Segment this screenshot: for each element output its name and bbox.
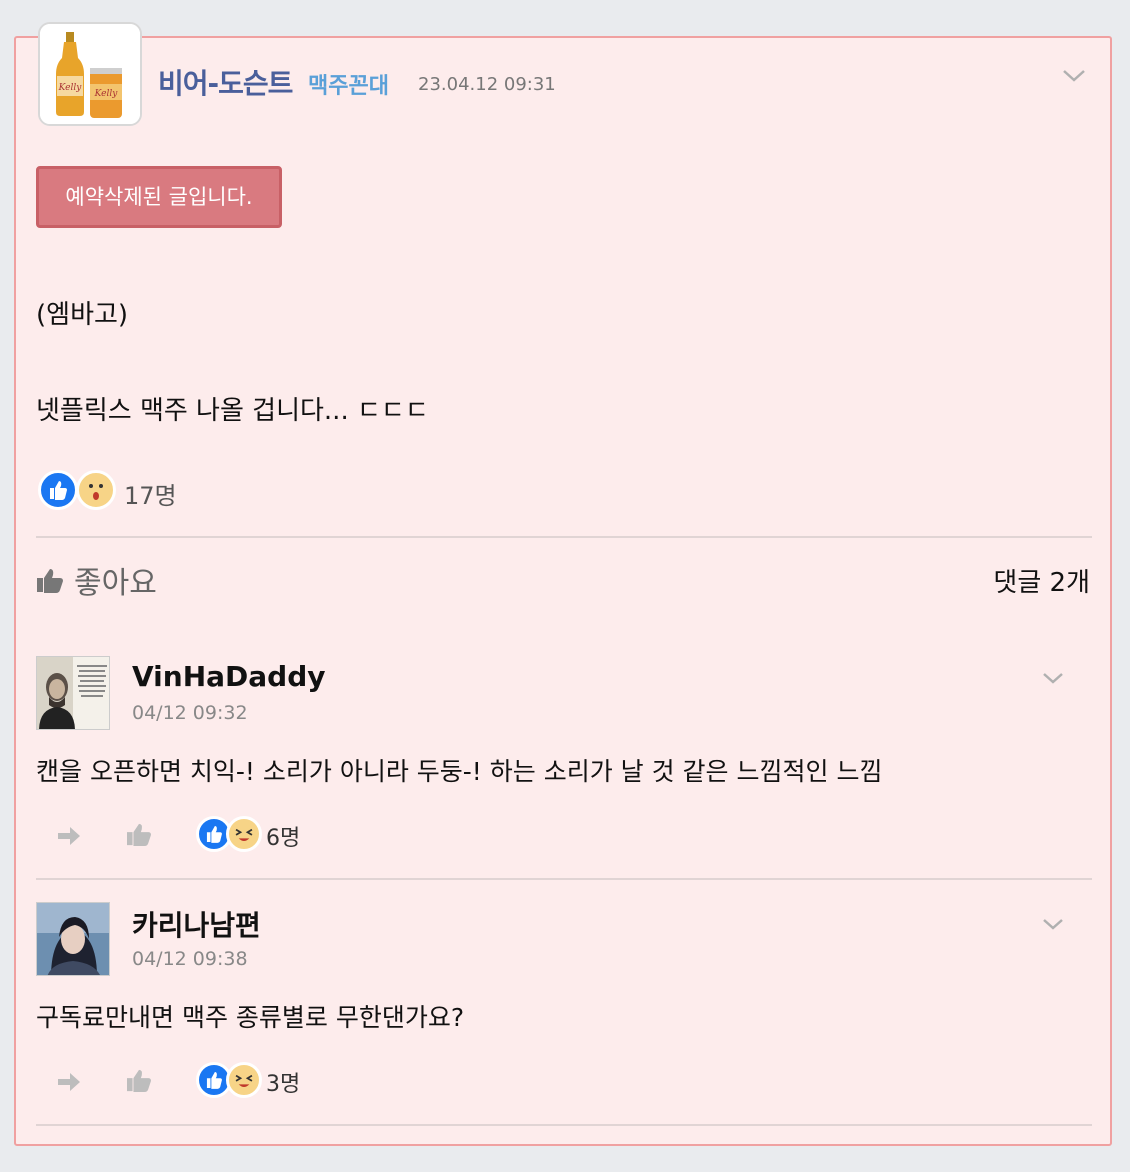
- comment-author[interactable]: VinHaDaddy: [132, 660, 326, 693]
- reply-arrow-icon[interactable]: [56, 1070, 82, 1098]
- post-reactions[interactable]: 17명: [38, 470, 208, 514]
- svg-text:Kelly: Kelly: [58, 83, 83, 93]
- comment-avatar[interactable]: [36, 902, 110, 976]
- thumbs-up-icon: [37, 569, 63, 593]
- thumbs-up-icon[interactable]: [126, 822, 152, 852]
- divider: [36, 536, 1092, 538]
- comment-text: 캔을 오픈하면 치익-! 소리가 아니라 두둥-! 하는 소리가 날 것 같은 …: [36, 757, 883, 786]
- like-label: 좋아요: [74, 566, 157, 601]
- author-badge: 맥주꼰대: [308, 74, 389, 99]
- divider: [36, 1124, 1092, 1126]
- post-timestamp: 23.04.12 09:31: [418, 74, 556, 95]
- chevron-down-icon[interactable]: [1042, 666, 1064, 691]
- post-card: Kelly Kelly 비어-도슨트 맥주꼰대 23.04.12 09:31 예…: [14, 22, 1112, 1146]
- beer-bottle-can-icon: Kelly Kelly: [40, 24, 140, 124]
- comment-timestamp: 04/12 09:32: [132, 702, 248, 724]
- deleted-notice-button[interactable]: 예약삭제된 글입니다.: [36, 166, 282, 228]
- comment-reaction-count: 6명: [266, 826, 301, 851]
- post-text-line-1: (엠바고): [36, 300, 129, 330]
- post-reaction-count: 17명: [124, 482, 177, 510]
- comments-count[interactable]: 댓글 2개: [993, 562, 1090, 599]
- svg-text:Kelly: Kelly: [94, 89, 119, 99]
- laugh-reaction-icon: [226, 816, 262, 852]
- comment-text: 구독료만내면 맥주 종류별로 무한댄가요?: [36, 1003, 465, 1032]
- wow-reaction-icon: [76, 470, 116, 510]
- comment-author[interactable]: 카리나남편: [132, 904, 261, 944]
- comment-avatar[interactable]: [36, 656, 110, 730]
- like-button[interactable]: 좋아요: [36, 558, 157, 602]
- comment-reactions[interactable]: 3명: [196, 1062, 326, 1106]
- comment-timestamp: 04/12 09:38: [132, 948, 248, 970]
- post-avatar[interactable]: Kelly Kelly: [38, 22, 142, 126]
- comment-reaction-count: 3명: [266, 1072, 301, 1097]
- chevron-down-icon[interactable]: [1062, 64, 1086, 89]
- post-author[interactable]: 비어-도슨트: [158, 62, 293, 102]
- reply-arrow-icon[interactable]: [56, 824, 82, 852]
- profile-photo-image: [37, 903, 109, 975]
- like-reaction-icon: [38, 470, 78, 510]
- portrait-quote-image: [37, 657, 109, 729]
- divider: [36, 878, 1092, 880]
- laugh-reaction-icon: [226, 1062, 262, 1098]
- comment-reactions[interactable]: 6명: [196, 816, 326, 860]
- post-text-line-2: 넷플릭스 맥주 나올 겁니다... ㄷㄷㄷ: [36, 396, 429, 426]
- thumbs-up-icon[interactable]: [126, 1068, 152, 1098]
- chevron-down-icon[interactable]: [1042, 912, 1064, 937]
